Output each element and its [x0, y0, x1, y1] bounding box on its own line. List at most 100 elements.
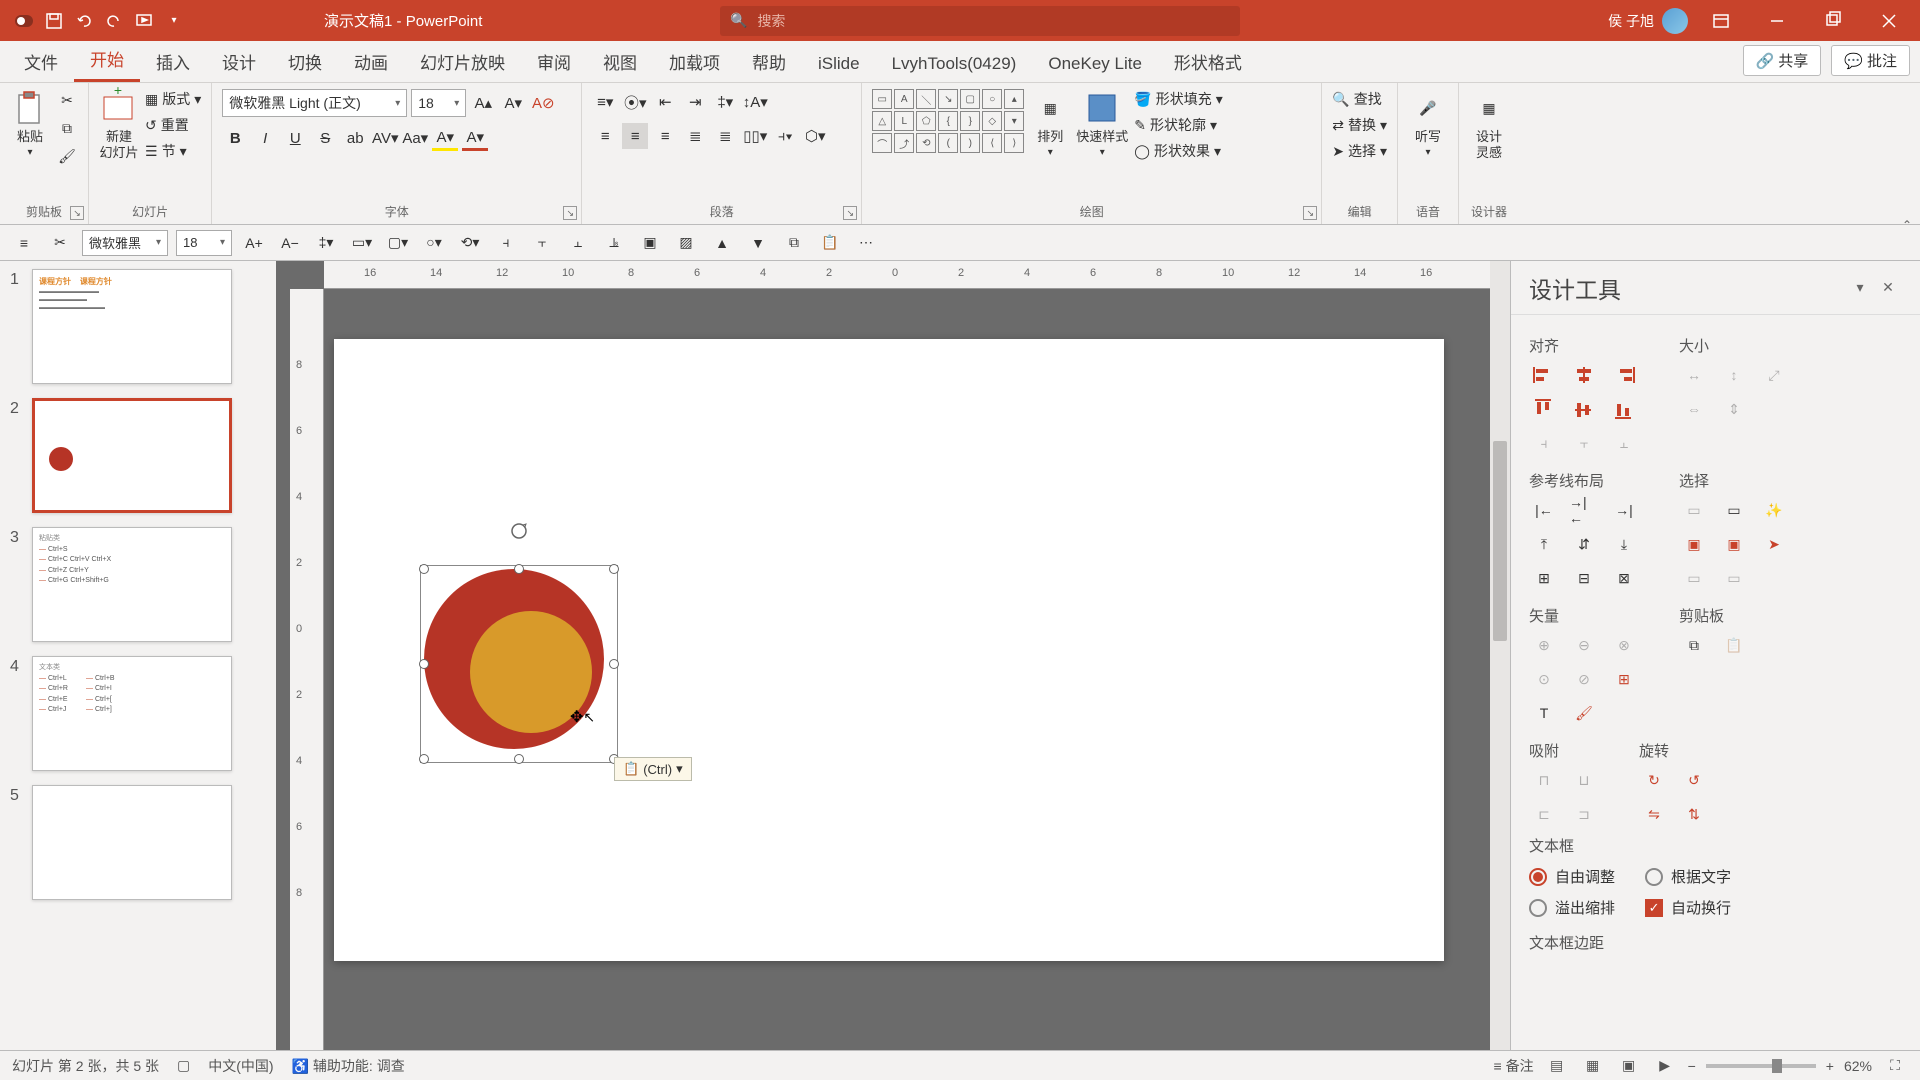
handle-ml[interactable] — [419, 659, 429, 669]
tab-animations[interactable]: 动画 — [338, 40, 404, 82]
undo-icon[interactable] — [74, 11, 94, 31]
align-right-icon[interactable]: ≡ — [652, 123, 678, 149]
start-slideshow-icon[interactable] — [134, 11, 154, 31]
font-launcher-icon[interactable]: ↘ — [563, 206, 577, 220]
strike-button[interactable]: S — [312, 125, 338, 151]
case-button[interactable]: Aa▾ — [402, 125, 428, 151]
size-wh-icon[interactable]: ⤢ — [1759, 362, 1789, 388]
maximize-button[interactable] — [1810, 0, 1856, 41]
st-ungroup-icon[interactable]: ▨ — [672, 230, 700, 256]
vec-brush-icon[interactable]: 🖌 — [1569, 700, 1599, 726]
numbering-icon[interactable]: ⦿▾ — [622, 89, 648, 115]
pane-close-icon[interactable]: ✕ — [1874, 274, 1902, 302]
vertical-scrollbar[interactable] — [1490, 261, 1510, 1050]
shape-fill-button[interactable]: 🪣形状填充 ▾ — [1134, 89, 1222, 109]
sel-1-icon[interactable]: ▭ — [1679, 497, 1709, 523]
equal-w-icon[interactable]: ⇔ — [1679, 396, 1709, 422]
dist-h-icon[interactable]: ⫞ — [1529, 430, 1559, 456]
zoom-thumb[interactable] — [1772, 1059, 1782, 1073]
zoom-level[interactable]: 62% — [1844, 1058, 1872, 1074]
st-crop-icon[interactable]: ✂ — [46, 230, 74, 256]
st-align-icon[interactable]: ≡ — [10, 230, 38, 256]
comments-button[interactable]: 💬批注 — [1831, 45, 1910, 76]
cut-icon[interactable]: ✂ — [56, 89, 78, 111]
pane-dropdown-icon[interactable]: ▾ — [1846, 274, 1874, 302]
st-inc-font-icon[interactable]: A+ — [240, 230, 268, 256]
rotate-handle[interactable] — [509, 521, 529, 541]
shape-gallery[interactable]: ▭A＼↘▢○▴ △L⬠{}◇▾ ⌒⤴⟲()⟨⟩ — [872, 89, 1024, 153]
shadow-button[interactable]: ab — [342, 125, 368, 151]
tab-shape-format[interactable]: 形状格式 — [1158, 40, 1258, 82]
handle-mr[interactable] — [609, 659, 619, 669]
highlight-button[interactable]: A▾ — [432, 125, 458, 151]
st-more-icon[interactable]: ⋯ — [852, 230, 880, 256]
design-ideas-button[interactable]: ▦ 设计 灵感 — [1469, 89, 1509, 160]
guide-b-icon[interactable]: ⤓ — [1609, 531, 1639, 557]
notes-button[interactable]: ≡ 备注 — [1494, 1056, 1534, 1076]
tab-view[interactable]: 视图 — [587, 40, 653, 82]
guide-m-icon[interactable]: ⇵ — [1569, 531, 1599, 557]
replace-button[interactable]: ⇄替换 ▾ — [1332, 115, 1387, 135]
clipboard-launcher-icon[interactable]: ↘ — [70, 206, 84, 220]
tab-transitions[interactable]: 切换 — [272, 40, 338, 82]
clear-format-icon[interactable]: A⊘ — [530, 90, 556, 116]
flip-h-icon[interactable]: ⇋ — [1639, 801, 1669, 827]
ribbon-mode-icon[interactable] — [1698, 0, 1744, 41]
clip-paste-icon[interactable]: 📋 — [1719, 632, 1749, 658]
handle-tr[interactable] — [609, 564, 619, 574]
justify-icon[interactable]: ≣ — [682, 123, 708, 149]
st-front-icon[interactable]: ▲ — [708, 230, 736, 256]
language-indicator[interactable]: 中文(中国) — [208, 1056, 273, 1076]
tab-insert[interactable]: 插入 — [140, 40, 206, 82]
select-button[interactable]: ➤选择 ▾ — [1332, 141, 1387, 161]
sel-3-icon[interactable]: ▣ — [1679, 531, 1709, 557]
sorter-view-icon[interactable]: ▦ — [1580, 1055, 1606, 1077]
paste-options-tag[interactable]: 📋 (Ctrl) ▾ — [614, 757, 692, 781]
smartart-icon[interactable]: ⬡▾ — [802, 123, 828, 149]
size-w-icon[interactable]: ↔ — [1679, 362, 1709, 388]
sel-wand-icon[interactable]: ✨ — [1759, 497, 1789, 523]
section-button[interactable]: ☰节 ▾ — [145, 141, 187, 161]
align-middle-v-icon[interactable] — [1569, 396, 1599, 422]
guide-l-icon[interactable]: |← — [1529, 497, 1559, 523]
radio-overflow[interactable]: 溢出缩排 — [1529, 897, 1615, 918]
tab-islide[interactable]: iSlide — [802, 45, 876, 82]
dist-both-icon[interactable]: ⫠ — [1609, 430, 1639, 456]
italic-button[interactable]: I — [252, 125, 278, 151]
thumb-1[interactable]: 1 课程方针 课程方针 ▬▬▬▬▬▬▬▬▬▬▬▬▬▬▬▬▬▬▬▬▬▬▬▬▬▬▬▬… — [10, 269, 266, 384]
text-direction-icon[interactable]: ↕A▾ — [742, 89, 768, 115]
rot-cw-icon[interactable]: ↻ — [1639, 767, 1669, 793]
thumb-3[interactable]: 3 粘贴类 — Ctrl+S — Ctrl+C Ctrl+V Ctrl+X — … — [10, 527, 266, 642]
tab-review[interactable]: 审阅 — [521, 40, 587, 82]
vec-text-icon[interactable]: T — [1529, 700, 1559, 726]
share-button[interactable]: 🔗共享 — [1743, 45, 1822, 76]
find-button[interactable]: 🔍查找 — [1332, 89, 1381, 109]
scroll-thumb[interactable] — [1493, 441, 1507, 641]
line-spacing-icon[interactable]: ‡▾ — [712, 89, 738, 115]
align-left-icon[interactable]: ≡ — [592, 123, 618, 149]
quick-styles-button[interactable]: 快速样式▾ — [1076, 89, 1128, 158]
guide-grid3-icon[interactable]: ⊠ — [1609, 565, 1639, 591]
align-left-icon[interactable] — [1529, 362, 1559, 388]
bold-button[interactable]: B — [222, 125, 248, 151]
guide-grid2-icon[interactable]: ⊟ — [1569, 565, 1599, 591]
increase-indent-icon[interactable]: ⇥ — [682, 89, 708, 115]
selected-shape[interactable]: ✥↖ — [424, 569, 614, 759]
save-icon[interactable] — [44, 11, 64, 31]
tab-design[interactable]: 设计 — [206, 40, 272, 82]
snap-1-icon[interactable]: ⊓ — [1529, 767, 1559, 793]
tab-onekey[interactable]: OneKey Lite — [1032, 45, 1158, 82]
tab-help[interactable]: 帮助 — [736, 40, 802, 82]
size-h-icon[interactable]: ↕ — [1719, 362, 1749, 388]
columns-icon[interactable]: ▯▯▾ — [742, 123, 768, 149]
fit-window-icon[interactable]: ⛶ — [1882, 1055, 1908, 1077]
font-size-combo[interactable]: 18 — [411, 89, 466, 117]
snap-3-icon[interactable]: ⊏ — [1529, 801, 1559, 827]
user-account[interactable]: 侯 子旭 — [1608, 8, 1688, 34]
dist-v-icon[interactable]: ⫟ — [1569, 430, 1599, 456]
st-rotate-icon[interactable]: ⟲▾ — [456, 230, 484, 256]
st-copy-icon[interactable]: ⧉ — [780, 230, 808, 256]
vec-6-icon[interactable]: ⊞ — [1609, 666, 1639, 692]
tab-addins[interactable]: 加载项 — [653, 40, 736, 82]
align-right-icon[interactable] — [1609, 362, 1639, 388]
